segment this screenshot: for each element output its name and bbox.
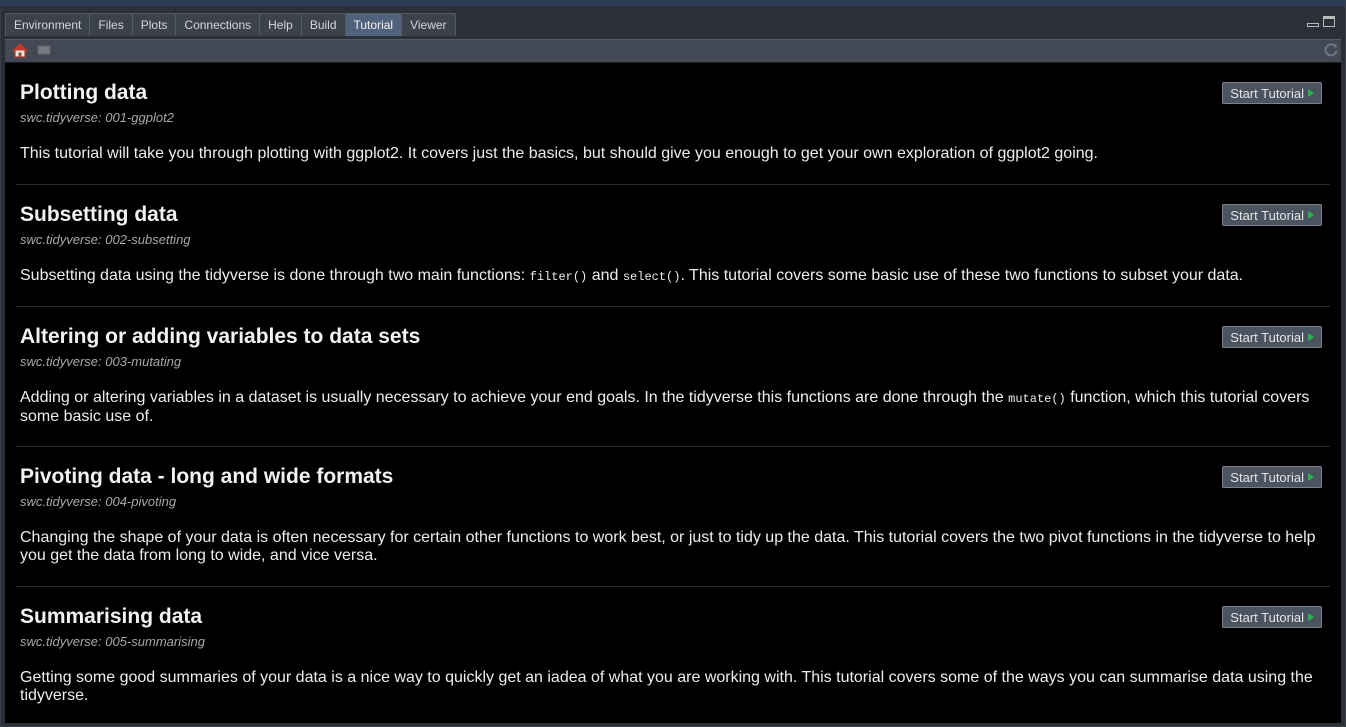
tutorial-item: Plotting data swc.tidyverse: 001-ggplot2… (16, 63, 1330, 185)
tutorial-id: swc.tidyverse: 005-summarising (20, 634, 205, 649)
play-icon (1308, 613, 1314, 621)
tutorial-title: Subsetting data (20, 203, 178, 226)
start-tutorial-label: Start Tutorial (1230, 609, 1304, 625)
tutorial-description: Getting some good summaries of your data… (20, 669, 1313, 704)
tutorial-id: swc.tidyverse: 001-ggplot2 (20, 110, 174, 125)
start-tutorial-label: Start Tutorial (1230, 85, 1304, 101)
start-tutorial-button[interactable]: Start Tutorial (1222, 606, 1322, 628)
maximize-pane-icon[interactable] (1323, 16, 1335, 27)
tutorial-item: Subsetting data swc.tidyverse: 002-subse… (16, 185, 1330, 307)
tab-viewer[interactable]: Viewer (401, 13, 456, 36)
start-tutorial-button[interactable]: Start Tutorial (1222, 326, 1322, 348)
start-tutorial-label: Start Tutorial (1230, 207, 1304, 223)
play-icon (1308, 89, 1314, 97)
tutorial-description: Changing the shape of your data is often… (20, 529, 1316, 564)
tutorial-title: Pivoting data - long and wide formats (20, 465, 394, 488)
start-tutorial-label: Start Tutorial (1230, 469, 1304, 485)
tutorial-item: Summarising data swc.tidyverse: 005-summ… (16, 587, 1330, 723)
code-select: select() (622, 270, 681, 284)
play-icon (1308, 473, 1314, 481)
tutorial-description: This tutorial will take you through plot… (20, 145, 1098, 162)
tab-build[interactable]: Build (300, 13, 346, 36)
tutorial-description: Adding or altering variables in a datase… (20, 389, 1310, 425)
tab-environment[interactable]: Environment (5, 13, 91, 36)
home-icon[interactable] (12, 43, 28, 58)
tab-tutorial[interactable]: Tutorial (344, 13, 403, 36)
play-icon (1308, 333, 1314, 341)
tutorial-toolbar (5, 39, 1341, 63)
tab-plots[interactable]: Plots (131, 13, 177, 36)
start-tutorial-button[interactable]: Start Tutorial (1222, 466, 1322, 488)
tutorial-item: Altering or adding variables to data set… (16, 307, 1330, 447)
play-icon (1308, 211, 1314, 219)
tutorial-list: Plotting data swc.tidyverse: 001-ggplot2… (5, 63, 1341, 723)
tab-connections[interactable]: Connections (175, 13, 261, 36)
stop-icon[interactable] (37, 45, 51, 55)
tutorial-id: swc.tidyverse: 002-subsetting (20, 232, 191, 247)
refresh-icon[interactable] (1323, 42, 1339, 58)
code-filter: filter() (529, 270, 588, 284)
tutorial-id: swc.tidyverse: 004-pivoting (20, 494, 177, 509)
tab-help[interactable]: Help (259, 13, 302, 36)
tab-files[interactable]: Files (89, 13, 133, 36)
tutorial-pane: Environment Files Plots Connections Help… (0, 0, 1346, 727)
tutorial-title: Plotting data (20, 81, 148, 104)
tutorial-item: Pivoting data - long and wide formats sw… (16, 447, 1330, 587)
start-tutorial-label: Start Tutorial (1230, 329, 1304, 345)
pane-tabbar: Environment Files Plots Connections Help… (5, 10, 1341, 36)
start-tutorial-button[interactable]: Start Tutorial (1222, 204, 1322, 226)
pane-window-controls (1307, 16, 1335, 27)
tutorial-title: Altering or adding variables to data set… (20, 325, 421, 348)
tutorial-id: swc.tidyverse: 003-mutating (20, 354, 182, 369)
tutorial-title: Summarising data (20, 605, 203, 628)
minimize-pane-icon[interactable] (1307, 23, 1319, 27)
start-tutorial-button[interactable]: Start Tutorial (1222, 82, 1322, 104)
tutorial-description: Subsetting data using the tidyverse is d… (20, 267, 1244, 284)
code-mutate: mutate() (1008, 392, 1066, 406)
